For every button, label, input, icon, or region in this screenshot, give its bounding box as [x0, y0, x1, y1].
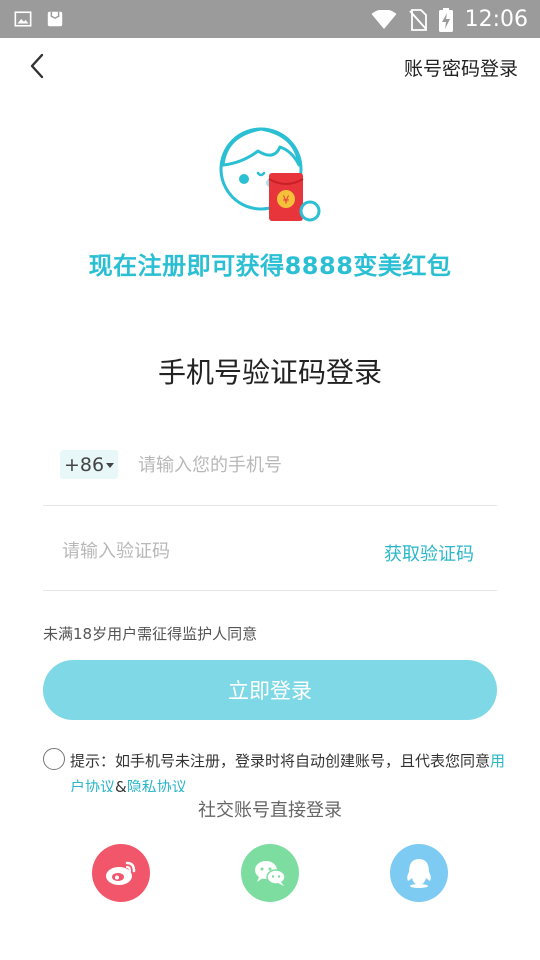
qq-icon [407, 859, 431, 888]
phone-divider [43, 505, 497, 506]
password-login-link[interactable]: 账号密码登录 [404, 54, 518, 81]
weibo-icon [106, 861, 136, 885]
chevron-left-icon[interactable] [24, 52, 52, 80]
login-button-label: 立即登录 [228, 680, 312, 703]
code-divider [43, 590, 497, 591]
agreement-separator: & [115, 778, 127, 792]
wechat-login-button[interactable] [241, 844, 299, 902]
get-code-button[interactable]: 获取验证码 [384, 540, 474, 566]
agreement-checkbox[interactable] [43, 748, 65, 770]
weibo-login-button[interactable] [92, 844, 150, 902]
page-title: 手机号验证码登录 [157, 356, 382, 389]
social-login-title: 社交账号直接登录 [198, 800, 342, 821]
promo-banner-text: 现在注册即可获得8888变美红包 [88, 252, 452, 280]
login-button[interactable]: 立即登录 [43, 660, 497, 720]
country-code-label: +86 [63, 453, 105, 476]
image-icon [14, 11, 32, 27]
agreement-prefix: 提示：如手机号未注册，登录时将自动创建账号，且代表您同意 [70, 752, 491, 770]
country-code-selector[interactable]: +86 [60, 450, 118, 479]
privacy-agreement-link[interactable]: 隐私协议 [127, 778, 187, 792]
notification-icon [47, 11, 63, 27]
age-notice: 未满18岁用户需征得监护人同意 [43, 625, 258, 643]
agreement-text: 提示：如手机号未注册，登录时将自动创建账号，且代表您同意用户协议&隐私协议 [70, 748, 510, 792]
phone-input[interactable] [136, 448, 500, 482]
red-envelope-mascot-illustration: ¥ [219, 127, 321, 222]
wechat-icon [255, 861, 286, 886]
status-bar: 12:06 [0, 0, 540, 38]
svg-text:¥: ¥ [283, 194, 290, 207]
no-sim-icon [408, 9, 427, 31]
wifi-icon [371, 10, 397, 29]
battery-charging-icon [438, 8, 453, 32]
status-time: 12:06 [464, 7, 528, 32]
caret-down-icon [106, 463, 115, 468]
qq-login-button[interactable] [390, 844, 448, 902]
verification-code-input[interactable] [60, 534, 354, 568]
